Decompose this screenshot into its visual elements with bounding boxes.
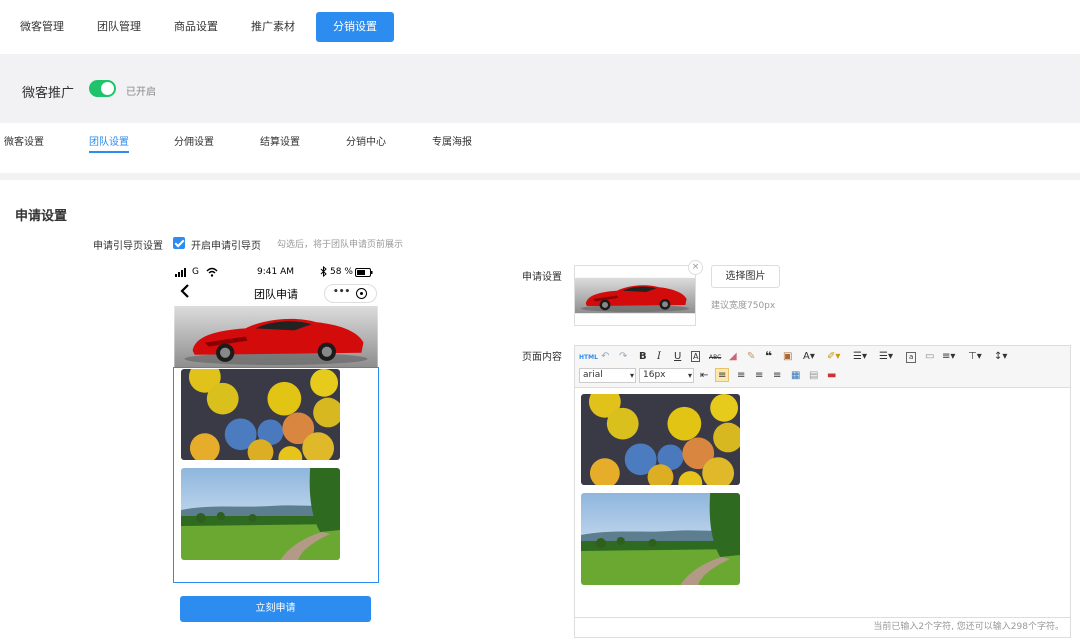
font-color-icon[interactable]: A▾ [803, 350, 815, 364]
font-border-icon[interactable]: A [691, 351, 701, 362]
phone-header: 团队申请 ••• [173, 282, 379, 306]
tab-weike-management[interactable]: 微客管理 [8, 12, 76, 42]
align-justify-icon[interactable]: ≡ [773, 369, 781, 383]
remove-image-icon[interactable]: × [688, 260, 703, 275]
image-width-hint: 建议宽度750px [711, 301, 776, 311]
subtab-settlement-settings[interactable]: 结算设置 [260, 133, 300, 148]
editor-content-area[interactable] [575, 389, 1070, 617]
subtab-commission-settings[interactable]: 分佣设置 [174, 133, 214, 148]
highlight-icon[interactable]: ✐▾ [827, 350, 840, 364]
indent-icon[interactable]: ⇤ [700, 369, 708, 383]
close-circle-icon[interactable] [356, 288, 367, 299]
editor-image-golf [581, 493, 740, 585]
top-nav: 微客管理 团队管理 商品设置 推广素材 分销设置 [0, 0, 1080, 54]
text-align-icon[interactable]: ≡▾ [942, 350, 955, 364]
promo-toggle[interactable] [89, 80, 116, 97]
wifi-icon [206, 267, 218, 280]
tab-promo-materials[interactable]: 推广素材 [239, 12, 307, 42]
phone-content-area [173, 367, 379, 583]
select-image-button[interactable]: 选择图片 [711, 265, 780, 288]
editor-image-dots [581, 394, 740, 485]
subtab-exclusive-poster[interactable]: 专属海报 [432, 133, 472, 148]
tab-team-management[interactable]: 团队管理 [85, 12, 153, 42]
section-title: 申请设置 [15, 209, 68, 224]
anchor-icon[interactable]: a [906, 352, 917, 363]
line-height-icon[interactable]: ↕▾ [994, 350, 1007, 364]
tab-distribution-settings[interactable]: 分销设置 [316, 12, 394, 42]
strikethrough-icon[interactable]: ABC [709, 351, 721, 365]
undo-icon[interactable]: ↶ [601, 350, 609, 364]
apply-setting-label: 申请设置 [522, 272, 562, 283]
signal-bars-icon [175, 268, 187, 280]
sub-nav: 微客设置 团队设置 分佣设置 结算设置 分销中心 专属海报 [0, 123, 1080, 173]
editor-toolbar: HTML ↶ ↷ B I U A ABC ◢ ✎ ❝ ▣ A▾ ✐▾ ☰▾ ☰▾… [575, 346, 1070, 388]
battery-icon [355, 268, 373, 280]
promo-toggle-state: 已开启 [126, 87, 156, 98]
page-content-label: 页面内容 [522, 352, 562, 363]
phone-status-bar: G 9:41 AM 58 % [173, 264, 379, 282]
font-size-select[interactable]: 16px [639, 368, 694, 383]
italic-icon[interactable]: I [657, 350, 661, 364]
guide-checkbox-label[interactable]: 开启申请引导页 [191, 237, 261, 252]
phone-time: 9:41 AM [257, 267, 294, 277]
format-painter-icon[interactable]: ✎ [747, 350, 755, 364]
tab-product-settings[interactable]: 商品设置 [162, 12, 230, 42]
main-panel: 申请设置 申请引导页设置 开启申请引导页 勾选后，将于团队申请页前展示 G 9:… [0, 180, 1080, 638]
content-image-golf [181, 468, 340, 560]
unordered-list-icon[interactable]: ☰▾ [879, 350, 893, 364]
font-family-select[interactable]: arial [579, 368, 636, 383]
network-type: G [192, 267, 199, 277]
subtab-weike-settings[interactable]: 微客设置 [4, 133, 44, 148]
html-source-icon[interactable]: HTML [579, 351, 598, 365]
apply-now-button[interactable]: 立刻申请 [180, 596, 371, 622]
guide-checkbox[interactable] [173, 237, 185, 249]
promo-bar: 微客推广 已开启 [0, 54, 1080, 123]
page-icon[interactable]: ▭ [925, 350, 934, 364]
template-icon[interactable]: ▤ [809, 369, 818, 383]
bold-icon[interactable]: B [639, 350, 647, 364]
align-center-icon[interactable]: ≡ [737, 369, 745, 383]
insert-image-icon[interactable]: ▬ [827, 369, 836, 383]
battery-percent: 58 % [330, 267, 353, 277]
promo-title: 微客推广 [22, 86, 75, 101]
align-right-icon[interactable]: ≡ [755, 369, 763, 383]
paragraph-format-icon[interactable]: ⊤▾ [968, 350, 982, 364]
blockquote-icon[interactable]: ❝ [765, 349, 772, 363]
banner-car-image [174, 306, 378, 367]
editor-char-count: 当前已输入2个字符, 您还可以输入298个字符。 [575, 617, 1070, 637]
redo-icon[interactable]: ↷ [619, 350, 627, 364]
eraser-icon[interactable]: ◢ [729, 350, 737, 364]
guide-label: 申请引导页设置 [93, 241, 163, 252]
content-image-dots [181, 369, 340, 460]
table-icon[interactable]: ▦ [791, 369, 800, 383]
phone-preview: G 9:41 AM 58 % 团队申请 ••• 立刻申请 [173, 264, 379, 638]
miniapp-capsule[interactable]: ••• [324, 284, 377, 303]
paste-icon[interactable]: ▣ [783, 350, 792, 364]
bluetooth-icon [320, 265, 327, 280]
apply-image-thumbnail [574, 265, 696, 326]
guide-hint: 勾选后，将于团队申请页前展示 [277, 240, 404, 250]
subtab-team-settings[interactable]: 团队设置 [89, 133, 129, 153]
ordered-list-icon[interactable]: ☰▾ [853, 350, 867, 364]
align-left-icon[interactable]: ≡ [715, 368, 730, 382]
subtab-distribution-center[interactable]: 分销中心 [346, 133, 386, 148]
more-icon[interactable]: ••• [333, 287, 350, 297]
underline-icon[interactable]: U [674, 350, 681, 364]
rich-text-editor: HTML ↶ ↷ B I U A ABC ◢ ✎ ❝ ▣ A▾ ✐▾ ☰▾ ☰▾… [574, 345, 1071, 638]
